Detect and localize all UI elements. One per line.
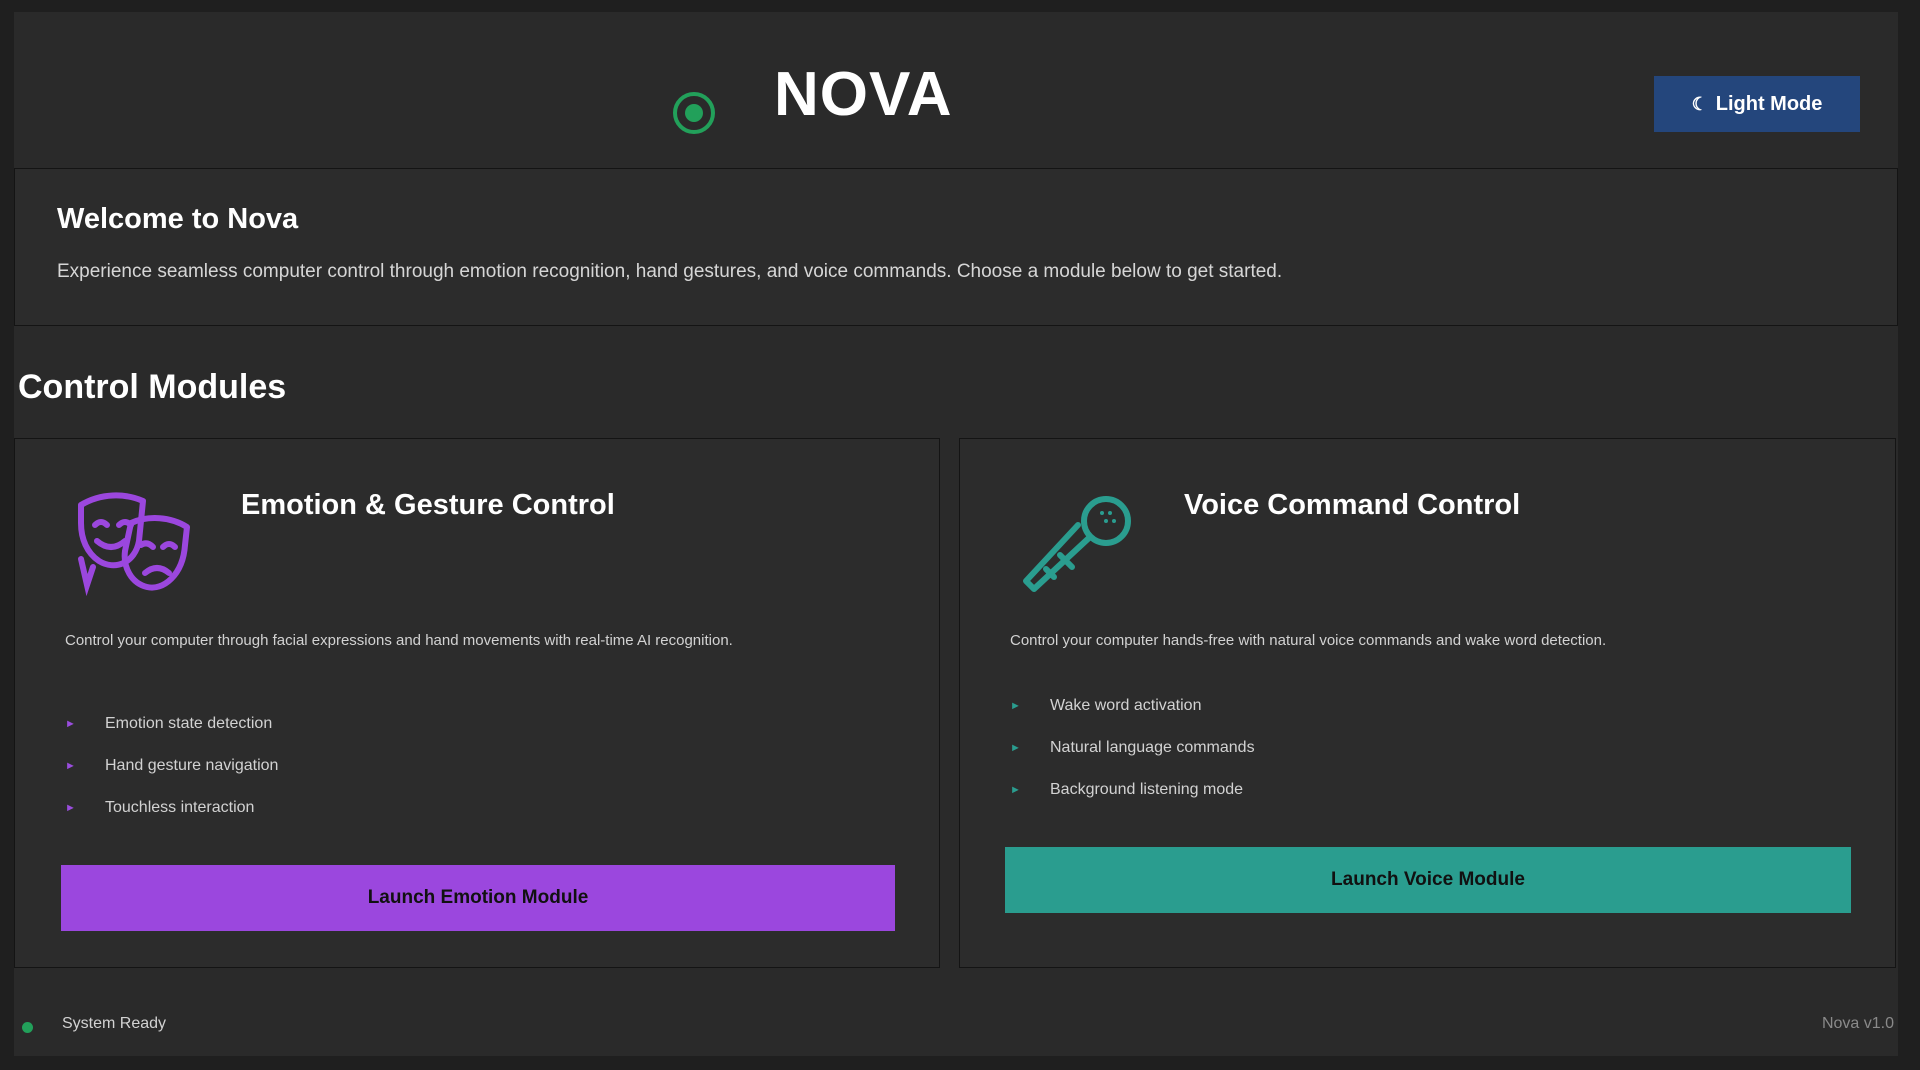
bullet-arrow-icon: ► [65,760,76,772]
launch-emotion-module-button[interactable]: Launch Emotion Module [61,865,895,931]
system-status-text: System Ready [62,1015,167,1032]
emotion-module-title: Emotion & Gesture Control [241,489,615,521]
voice-module-description: Control your computer hands-free with na… [1010,632,1607,649]
bullet-arrow-icon: ► [1010,742,1021,754]
moon-icon: ☾ [1691,94,1708,114]
app-title: NOVA [774,60,953,129]
theater-masks-icon [78,492,190,597]
emotion-feature-list: ► Emotion state detection ► Hand gesture… [65,703,278,829]
feature-item: ► Emotion state detection [65,703,278,745]
feature-label: Emotion state detection [105,715,273,732]
voice-feature-list: ► Wake word activation ► Natural languag… [1010,685,1255,811]
welcome-description: Experience seamless computer control thr… [57,261,1283,282]
welcome-title: Welcome to Nova [57,203,299,235]
feature-label: Hand gesture navigation [105,757,279,774]
feature-label: Background listening mode [1050,781,1244,798]
feature-label: Wake word activation [1050,697,1202,714]
feature-label: Natural language commands [1050,739,1255,756]
status-bar: System Ready Nova v1.0 [14,982,1898,1056]
light-mode-button[interactable]: ☾ Light Mode [1654,76,1860,132]
feature-item: ► Natural language commands [1010,727,1255,769]
feature-item: ► Background listening mode [1010,769,1255,811]
feature-item: ► Touchless interaction [65,787,278,829]
light-mode-label: Light Mode [1715,92,1823,115]
control-modules-heading: Control Modules [18,368,287,406]
microphone-icon [1023,496,1131,592]
bullet-arrow-icon: ► [1010,784,1021,796]
feature-item: ► Hand gesture navigation [65,745,278,787]
header: NOVA ☾ Light Mode [14,12,1898,169]
status-dot-icon [22,1022,33,1033]
emotion-module-card: Emotion & Gesture Control Control your c… [14,438,940,968]
app-window: NOVA ☾ Light Mode Welcome to Nova Experi… [14,12,1898,1056]
feature-label: Touchless interaction [105,799,255,816]
voice-module-card: Voice Command Control Control your compu… [959,438,1896,968]
bullet-arrow-icon: ► [65,802,76,814]
feature-item: ► Wake word activation [1010,685,1255,727]
version-label: Nova v1.0 [1821,1015,1894,1032]
bullet-arrow-icon: ► [65,718,76,730]
launch-voice-module-button[interactable]: Launch Voice Module [1005,847,1851,913]
status-indicator-dot [685,104,703,122]
bullet-arrow-icon: ► [1010,700,1021,712]
emotion-module-description: Control your computer through facial exp… [65,632,733,649]
voice-module-title: Voice Command Control [1184,489,1521,521]
status-indicator-icon [673,92,715,134]
welcome-card: Welcome to Nova Experience seamless comp… [14,168,1898,326]
